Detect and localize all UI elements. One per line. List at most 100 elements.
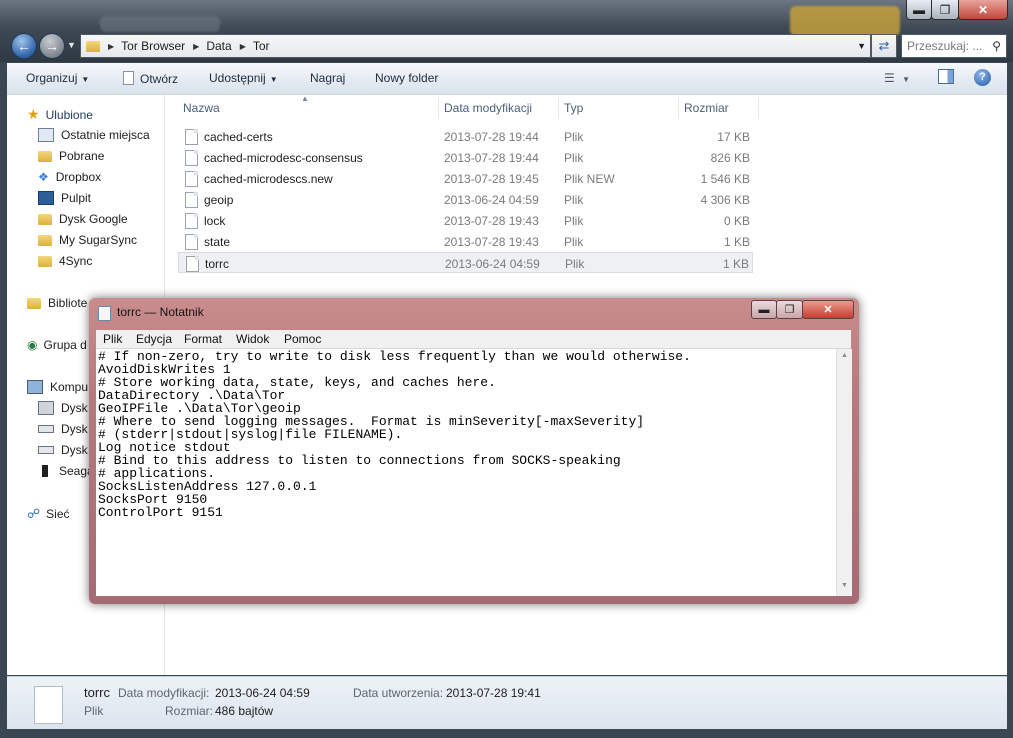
- column-header-name[interactable]: Nazwa: [183, 101, 220, 115]
- chevron-right-icon: ▶: [193, 41, 200, 51]
- nav-item-label: Pobrane: [59, 149, 105, 163]
- file-name: torrc: [205, 257, 229, 271]
- column-header-size[interactable]: Rozmiar: [684, 101, 729, 115]
- computer-icon: [27, 380, 43, 394]
- nav-item-label: Dysk: [61, 401, 88, 415]
- chevron-down-icon: ▼: [269, 75, 278, 84]
- help-icon[interactable]: ?: [974, 69, 991, 86]
- details-created-value: 2013-07-28 19:41: [446, 686, 541, 700]
- maximize-button[interactable]: ❐: [931, 0, 959, 20]
- breadcrumb-item[interactable]: Tor: [253, 39, 270, 53]
- notepad-scrollbar[interactable]: ▲ ▼: [836, 349, 852, 596]
- notepad-text-area[interactable]: # If non-zero, try to write to disk less…: [96, 349, 836, 596]
- file-modified: 2013-07-28 19:45: [444, 172, 539, 186]
- details-name: torrc: [84, 685, 110, 700]
- nav-drive[interactable]: Dysk: [38, 422, 88, 436]
- chevron-down-icon[interactable]: ▼: [857, 41, 866, 51]
- file-row-selected[interactable]: torrc 2013-06-24 04:59 Plik 1 KB: [178, 252, 753, 273]
- notepad-minimize-button[interactable]: ▬: [751, 300, 777, 319]
- folder-icon: [38, 255, 52, 267]
- nav-favorites[interactable]: ★ Ulubione: [27, 106, 93, 123]
- dropbox-icon: ❖: [38, 170, 49, 184]
- file-row[interactable]: lock 2013-07-28 19:43 Plik 0 KB: [178, 210, 753, 231]
- column-header-modified[interactable]: Data modyfikacji: [444, 101, 532, 115]
- background-blur: [790, 6, 900, 36]
- nav-item-desktop[interactable]: Pulpit: [38, 191, 91, 205]
- open-label: Otwórz: [140, 72, 179, 86]
- close-button[interactable]: ✕: [958, 0, 1008, 20]
- menu-edit[interactable]: Edycja: [136, 332, 172, 346]
- nav-drive[interactable]: Dysk: [38, 443, 88, 457]
- nav-homegroup[interactable]: ◉ Grupa d: [27, 338, 87, 352]
- refresh-button[interactable]: ⇄: [871, 34, 897, 58]
- file-modified: 2013-07-28 19:43: [444, 214, 539, 228]
- file-icon: [185, 192, 198, 208]
- column-divider[interactable]: [678, 97, 679, 119]
- notepad-close-button[interactable]: ✕: [802, 300, 854, 319]
- chevron-right-icon: ▶: [108, 41, 115, 51]
- file-type: Plik: [565, 257, 585, 271]
- nav-item-recent[interactable]: Ostatnie miejsca: [38, 128, 150, 142]
- nav-item-label: Dysk Google: [59, 212, 128, 226]
- folder-icon: [38, 150, 52, 162]
- share-button[interactable]: Udostępnij ▼: [209, 71, 278, 85]
- nav-item-label: Dysk: [61, 443, 88, 457]
- nav-drive[interactable]: Dysk: [38, 401, 88, 415]
- column-divider[interactable]: [438, 97, 439, 119]
- back-button[interactable]: ←: [11, 33, 37, 59]
- file-size: 1 KB: [722, 257, 749, 271]
- view-options-icon[interactable]: ☰ ▼: [884, 71, 910, 85]
- organize-button[interactable]: Organizuj ▼: [26, 71, 89, 85]
- search-icon[interactable]: ⚲: [992, 39, 1001, 53]
- breadcrumb-item[interactable]: Tor Browser: [121, 39, 185, 53]
- new-folder-button[interactable]: Nowy folder: [375, 71, 438, 85]
- nav-drive[interactable]: Seaga: [38, 464, 94, 478]
- menu-view[interactable]: Widok: [236, 332, 269, 346]
- drive-icon: [38, 446, 54, 454]
- file-row[interactable]: cached-microdescs.new 2013-07-28 19:45 P…: [178, 168, 753, 189]
- history-dropdown-icon[interactable]: ▼: [67, 40, 76, 50]
- scroll-down-icon[interactable]: ▼: [841, 582, 848, 589]
- menu-format[interactable]: Format: [184, 332, 222, 346]
- nav-item-sugarsync[interactable]: My SugarSync: [38, 233, 137, 247]
- file-icon: [123, 71, 134, 85]
- preview-pane-icon[interactable]: [938, 69, 954, 84]
- column-divider[interactable]: [558, 97, 559, 119]
- file-row[interactable]: cached-certs 2013-07-28 19:44 Plik 17 KB: [178, 126, 753, 147]
- nav-item-4sync[interactable]: 4Sync: [38, 254, 92, 268]
- nav-computer[interactable]: Kompu: [27, 380, 88, 394]
- file-name: cached-microdescs.new: [204, 172, 333, 186]
- column-header-type[interactable]: Typ: [564, 101, 583, 115]
- file-row[interactable]: geoip 2013-06-24 04:59 Plik 4 306 KB: [178, 189, 753, 210]
- nav-item-label: My SugarSync: [59, 233, 138, 247]
- file-row[interactable]: cached-microdesc-consensus 2013-07-28 19…: [178, 147, 753, 168]
- column-divider[interactable]: [758, 97, 759, 119]
- file-icon: [185, 171, 198, 187]
- folder-icon: [38, 234, 52, 246]
- forward-button[interactable]: →: [39, 33, 65, 59]
- nav-network[interactable]: ☍ Sieć: [27, 506, 70, 522]
- nav-item-google-drive[interactable]: Dysk Google: [38, 212, 128, 226]
- background-blur: [100, 16, 220, 32]
- nav-item-dropbox[interactable]: ❖ Dropbox: [38, 170, 101, 184]
- menu-help[interactable]: Pomoc: [284, 332, 321, 346]
- nav-libraries[interactable]: Bibliote: [27, 296, 87, 310]
- chevron-down-icon: ▼: [81, 75, 90, 84]
- minimize-button[interactable]: ▬: [906, 0, 932, 20]
- address-bar[interactable]: ▶ Tor Browser ▶ Data ▶ Tor ▼: [80, 34, 871, 58]
- file-modified: 2013-07-28 19:43: [444, 235, 539, 249]
- details-size-value: 486 bajtów: [215, 704, 274, 718]
- open-button[interactable]: Otwórz: [123, 71, 178, 86]
- file-type: Plik NEW: [564, 172, 615, 186]
- details-created-label: Data utworzenia:: [353, 686, 444, 700]
- menu-file[interactable]: Plik: [103, 332, 122, 346]
- file-icon: [186, 256, 199, 272]
- nav-item-downloads[interactable]: Pobrane: [38, 149, 104, 163]
- burn-button[interactable]: Nagraj: [310, 71, 345, 85]
- search-input[interactable]: Przeszukaj: ... ⚲: [901, 34, 1007, 58]
- file-icon: [185, 150, 198, 166]
- scroll-up-icon[interactable]: ▲: [841, 352, 848, 359]
- breadcrumb-item[interactable]: Data: [206, 39, 231, 53]
- notepad-maximize-button[interactable]: ❐: [776, 300, 803, 319]
- file-row[interactable]: state 2013-07-28 19:43 Plik 1 KB: [178, 231, 753, 252]
